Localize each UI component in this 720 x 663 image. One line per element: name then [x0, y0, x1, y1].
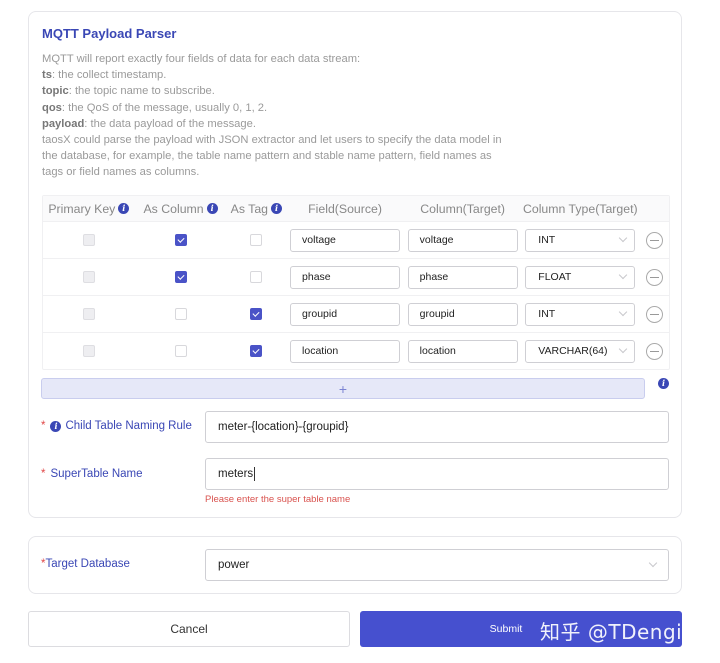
- primary-key-checkbox: [82, 271, 95, 283]
- desc-intro: MQTT will report exactly four fields of …: [42, 53, 361, 65]
- as-tag-checkbox[interactable]: [250, 345, 263, 357]
- supertable-error-message: Please enter the super table name: [205, 494, 351, 505]
- field-source-input[interactable]: phase: [290, 265, 401, 289]
- header-field-source: Field(Source): [308, 201, 382, 216]
- target-database-card: * Target Database power: [28, 536, 682, 594]
- child-table-rule-input[interactable]: meter-{location}-{groupid}: [205, 411, 669, 443]
- info-icon[interactable]: i: [271, 203, 282, 214]
- parser-description: MQTT will report exactly four fields of …: [42, 51, 512, 181]
- header-primary-key: Primary Key i: [43, 202, 135, 216]
- table-row: location location VARCHAR(64): [43, 332, 669, 369]
- remove-row-icon[interactable]: [645, 268, 663, 286]
- as-tag-checkbox[interactable]: [250, 271, 263, 283]
- target-database-select[interactable]: power: [205, 549, 669, 581]
- as-column-checkbox[interactable]: [174, 345, 187, 357]
- desc-outro: taosX could parse the payload with JSON …: [42, 134, 502, 179]
- field-source-input[interactable]: groupid: [290, 302, 401, 326]
- cancel-button[interactable]: Cancel: [28, 611, 350, 647]
- desc-field-payload: payload: the data payload of the message…: [42, 117, 256, 130]
- primary-key-checkbox: [82, 234, 95, 246]
- desc-field-ts: ts: the collect timestamp.: [42, 69, 167, 82]
- header-column-target: Column(Target): [420, 201, 506, 216]
- column-target-input[interactable]: voltage: [407, 228, 518, 252]
- primary-key-checkbox: [82, 345, 95, 357]
- column-target-input[interactable]: location: [407, 339, 518, 363]
- column-target-input[interactable]: groupid: [407, 302, 518, 326]
- table-row: groupid groupid INT: [43, 295, 669, 332]
- remove-row-icon[interactable]: [645, 305, 663, 323]
- add-row-button[interactable]: +: [41, 378, 645, 399]
- field-source-input[interactable]: location: [290, 339, 401, 363]
- as-tag-checkbox[interactable]: [250, 308, 263, 320]
- as-column-checkbox[interactable]: [174, 234, 187, 246]
- as-tag-checkbox[interactable]: [250, 234, 263, 246]
- watermark: 知乎 @TDengine: [540, 620, 709, 644]
- as-column-checkbox[interactable]: [174, 271, 187, 283]
- chevron-down-icon: [619, 344, 628, 354]
- as-column-checkbox[interactable]: [174, 308, 187, 320]
- field-source-input[interactable]: voltage: [290, 228, 401, 252]
- table-header: Primary Key i As Column i As Tag i Field(So…: [43, 196, 669, 221]
- table-row: voltage voltage INT: [43, 221, 669, 258]
- column-type-select[interactable]: INT: [525, 228, 636, 252]
- mqtt-parser-card: MQTT Payload Parser MQTT will report exa…: [28, 11, 682, 518]
- header-as-tag: As Tag i: [226, 202, 286, 216]
- field-mapping-table: Primary Key i As Column i As Tag i Field(So…: [42, 195, 670, 370]
- remove-row-icon[interactable]: [645, 231, 663, 249]
- supertable-name-input[interactable]: meters: [205, 458, 669, 490]
- info-icon[interactable]: i: [118, 203, 130, 214]
- column-type-select[interactable]: VARCHAR(64): [525, 339, 636, 363]
- child-table-rule-label: * i Child Table Naming Rule: [41, 420, 192, 432]
- info-icon[interactable]: i: [206, 203, 218, 214]
- primary-key-checkbox: [82, 308, 95, 320]
- supertable-name-label: * SuperTable Name: [41, 468, 143, 480]
- header-column-type: Column Type(Target): [522, 201, 638, 216]
- info-icon[interactable]: i: [658, 378, 669, 389]
- text-cursor: [254, 467, 256, 481]
- column-type-select[interactable]: FLOAT: [525, 265, 636, 289]
- chevron-down-icon: [648, 558, 658, 568]
- remove-row-icon[interactable]: [645, 342, 663, 360]
- desc-field-topic: topic: the topic name to subscribe.: [42, 85, 215, 98]
- table-row: phase phase FLOAT: [43, 258, 669, 295]
- chevron-down-icon: [619, 270, 628, 280]
- chevron-down-icon: [619, 307, 628, 317]
- target-database-label: * Target Database: [41, 558, 130, 570]
- chevron-down-icon: [619, 233, 628, 243]
- column-target-input[interactable]: phase: [407, 265, 518, 289]
- header-as-column: As Column i: [135, 202, 227, 216]
- desc-field-qos: qos: the QoS of the message, usually 0, …: [42, 101, 268, 114]
- column-type-select[interactable]: INT: [525, 302, 636, 326]
- info-icon[interactable]: i: [50, 420, 62, 432]
- section-title: MQTT Payload Parser: [42, 26, 177, 41]
